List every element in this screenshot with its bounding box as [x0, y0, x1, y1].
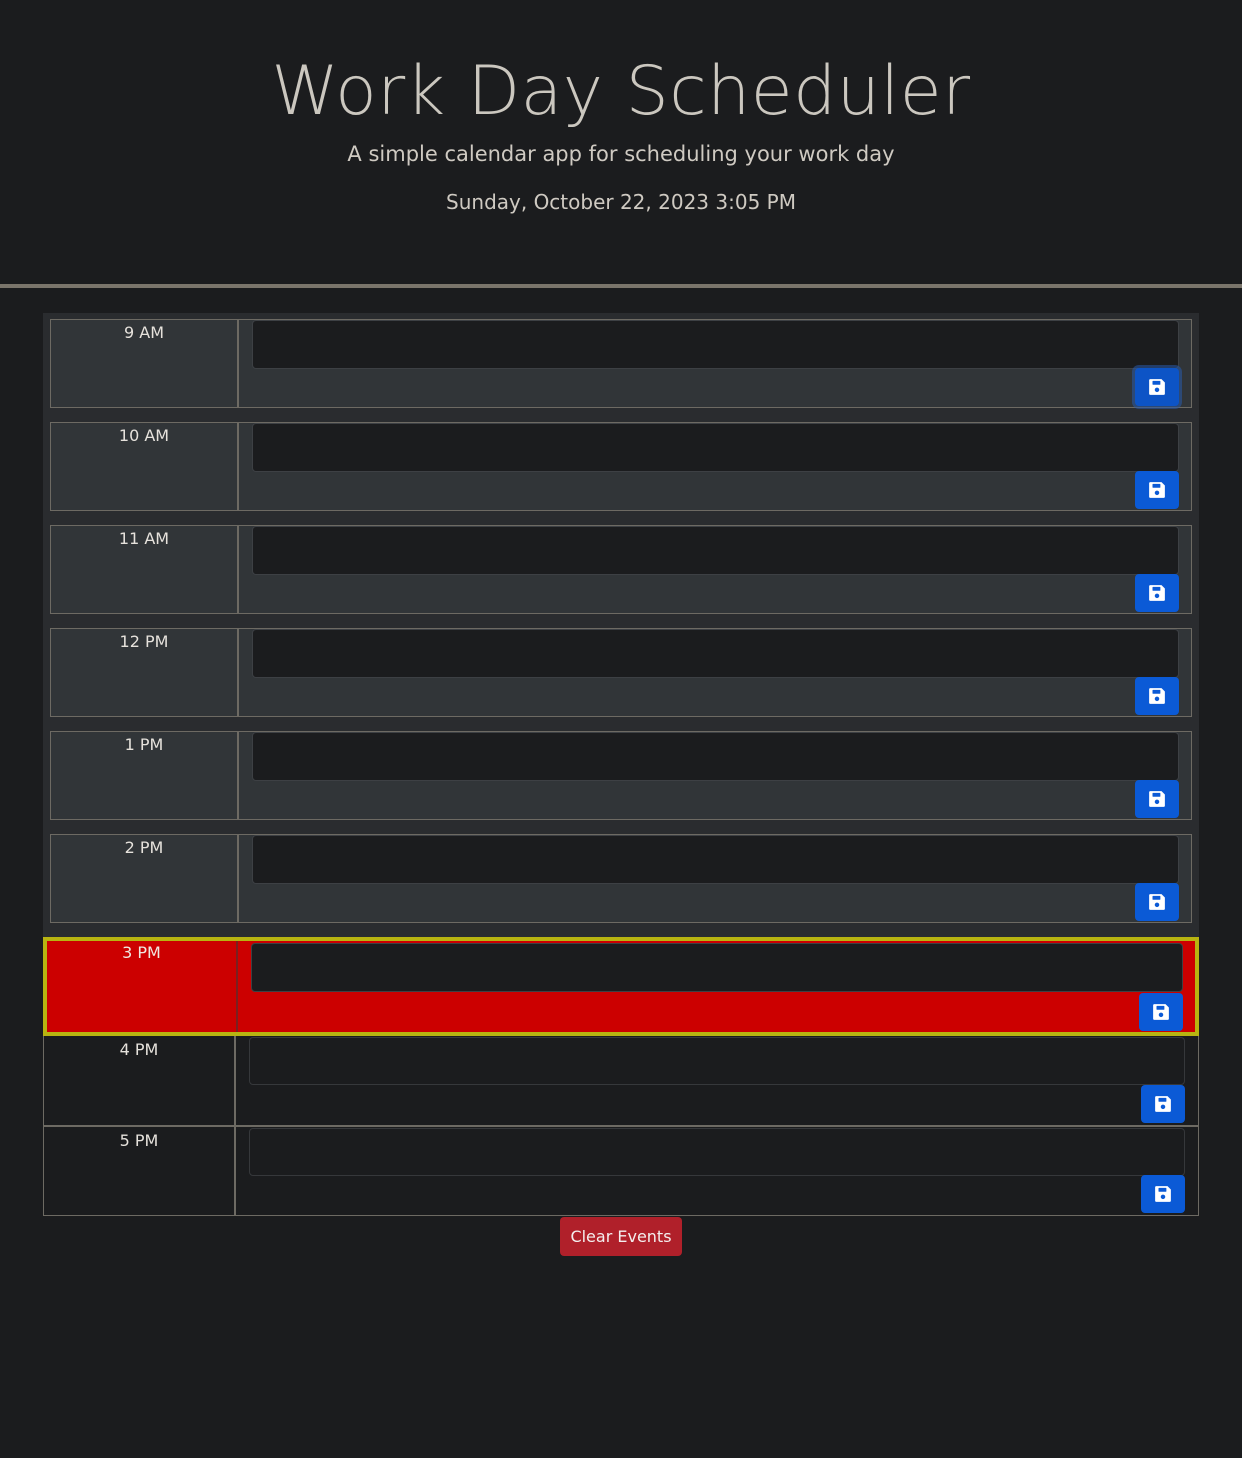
time-block-2pm: 2 PM — [50, 834, 1192, 923]
time-block-9am: 9 AM — [50, 319, 1192, 408]
hour-label: 5 PM — [44, 1127, 236, 1215]
event-textarea[interactable] — [251, 943, 1183, 992]
time-block-3pm: 3 PM — [43, 937, 1199, 1036]
event-textarea[interactable] — [249, 1128, 1185, 1176]
clear-events-button[interactable]: Clear Events — [560, 1217, 682, 1256]
hour-label: 1 PM — [51, 732, 239, 819]
event-textarea[interactable] — [252, 732, 1179, 781]
clear-wrap: Clear Events — [43, 1217, 1199, 1256]
past-blocks-panel: 9 AM 10 AM 11 AM 12 PM 1 PM 2 PM 3 PM — [43, 313, 1199, 1036]
save-icon — [1148, 378, 1166, 396]
scheduler: 9 AM 10 AM 11 AM 12 PM 1 PM 2 PM 3 PM 4 … — [43, 313, 1199, 1256]
page-subtitle: A simple calendar app for scheduling you… — [347, 142, 895, 166]
save-icon — [1148, 584, 1166, 602]
save-icon — [1148, 481, 1166, 499]
hour-label: 2 PM — [51, 835, 239, 922]
future-blocks: 4 PM 5 PM — [43, 1036, 1199, 1216]
page-title: Work Day Scheduler — [271, 52, 971, 131]
save-button[interactable] — [1141, 1175, 1185, 1213]
time-block-10am: 10 AM — [50, 422, 1192, 511]
save-icon — [1154, 1095, 1172, 1113]
save-icon — [1154, 1185, 1172, 1203]
event-textarea[interactable] — [252, 320, 1179, 369]
event-textarea[interactable] — [252, 526, 1179, 575]
save-button[interactable] — [1135, 368, 1179, 406]
save-icon — [1148, 893, 1166, 911]
hour-label: 10 AM — [51, 423, 239, 510]
hour-label: 3 PM — [47, 941, 238, 1032]
event-textarea[interactable] — [252, 835, 1179, 884]
time-block-4pm: 4 PM — [44, 1036, 1198, 1127]
save-button[interactable] — [1135, 471, 1179, 509]
save-button[interactable] — [1141, 1085, 1185, 1123]
hour-label: 12 PM — [51, 629, 239, 716]
current-datetime: Sunday, October 22, 2023 3:05 PM — [446, 190, 796, 214]
save-button[interactable] — [1135, 780, 1179, 818]
save-icon — [1152, 1003, 1170, 1021]
save-button[interactable] — [1139, 993, 1183, 1031]
hour-label: 4 PM — [44, 1036, 236, 1125]
hour-label: 11 AM — [51, 526, 239, 613]
time-block-11am: 11 AM — [50, 525, 1192, 614]
save-button[interactable] — [1135, 883, 1179, 921]
header: Work Day Scheduler A simple calendar app… — [0, 0, 1242, 288]
event-textarea[interactable] — [249, 1037, 1185, 1085]
save-button[interactable] — [1135, 677, 1179, 715]
save-button[interactable] — [1135, 574, 1179, 612]
hour-label: 9 AM — [51, 320, 239, 407]
event-textarea[interactable] — [252, 423, 1179, 472]
save-icon — [1148, 790, 1166, 808]
time-block-12pm: 12 PM — [50, 628, 1192, 717]
time-block-1pm: 1 PM — [50, 731, 1192, 820]
time-block-5pm: 5 PM — [44, 1127, 1198, 1216]
event-textarea[interactable] — [252, 629, 1179, 678]
save-icon — [1148, 687, 1166, 705]
